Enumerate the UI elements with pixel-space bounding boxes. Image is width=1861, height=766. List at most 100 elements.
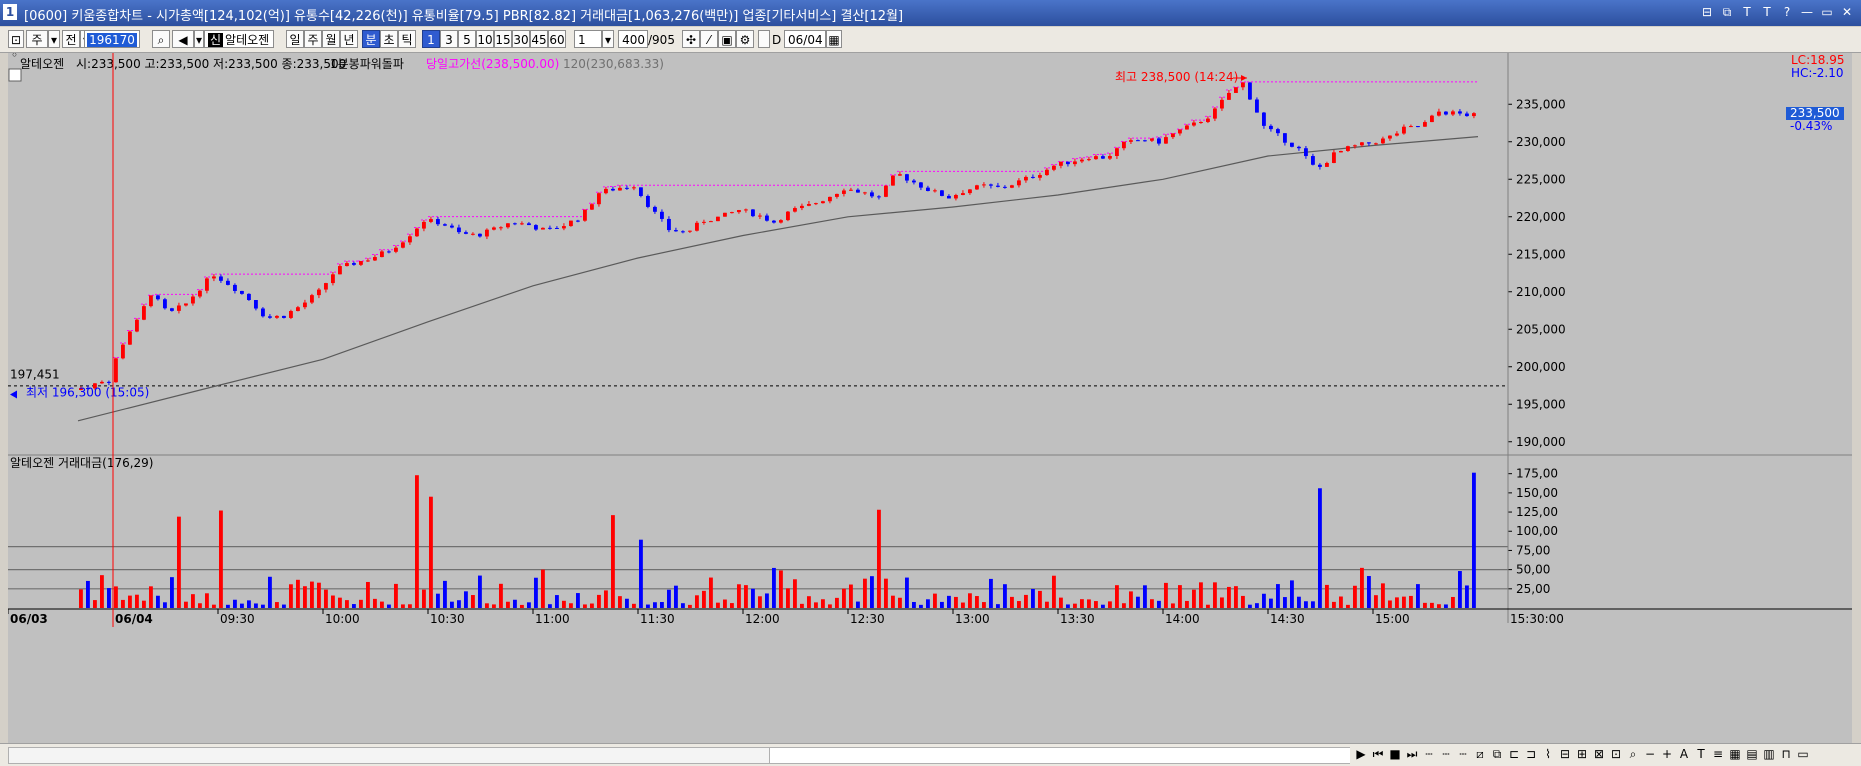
minute-5[interactable]: 5 (458, 30, 476, 48)
minute-30[interactable]: 30 (512, 30, 530, 48)
chevron-down-icon[interactable]: ▾ (602, 30, 614, 48)
stop-icon[interactable]: ■ (1388, 746, 1402, 762)
date-checkbox[interactable] (758, 30, 770, 48)
chevron-down-icon[interactable]: ▾ (48, 30, 60, 48)
scroll-thumb[interactable] (769, 748, 1350, 763)
crosshair-icon[interactable]: ✣ (682, 30, 700, 48)
text-tool-icon[interactable]: A (1677, 746, 1691, 762)
draw-tool-icon[interactable]: ⊐ (1524, 746, 1538, 762)
play-icon[interactable]: ▶ (1354, 746, 1368, 762)
draw-tool-icon[interactable]: ⊟ (1558, 746, 1572, 762)
zoom-icon[interactable]: ⌕ (1626, 746, 1640, 762)
minute-1[interactable]: 1 (422, 30, 440, 48)
candle-body (702, 221, 706, 223)
stock-name-field[interactable]: 신 알테오젠 (204, 30, 274, 48)
minimize-icon[interactable]: — (1799, 4, 1815, 20)
dotted-line-icon[interactable]: ┄ (1439, 746, 1453, 762)
candle-body (1164, 137, 1168, 144)
all-button[interactable]: 전 (62, 30, 80, 48)
minute-3[interactable]: 3 (440, 30, 458, 48)
draw-tool-icon[interactable]: ⌇ (1541, 746, 1555, 762)
layout-icon[interactable]: ⊟ (1699, 4, 1715, 20)
trend-icon[interactable]: ⁄ (700, 30, 718, 48)
candle-body (1283, 133, 1287, 143)
minute-15[interactable]: 15 (494, 30, 512, 48)
period-second[interactable]: 초 (380, 30, 398, 48)
time-tick-label: 11:00 (535, 612, 570, 626)
volume-tick-label: 100,00 (1516, 524, 1558, 538)
candle-body (485, 229, 489, 237)
candle-body (849, 189, 853, 191)
help-icon[interactable]: ? (1779, 4, 1795, 20)
minute-45[interactable]: 45 (530, 30, 548, 48)
font-up-icon[interactable]: T (1739, 4, 1755, 20)
forward-icon[interactable]: ⏭ (1405, 746, 1419, 762)
volume-bar (492, 604, 496, 608)
font-down-icon[interactable]: T (1759, 4, 1775, 20)
gear-icon[interactable]: ⚙ (736, 30, 754, 48)
window-icon[interactable]: ▭ (1796, 746, 1810, 762)
minute-10[interactable]: 10 (476, 30, 494, 48)
period-month[interactable]: 월 (322, 30, 340, 48)
grid-icon[interactable]: ▥ (1762, 746, 1776, 762)
period-week[interactable]: 주 (304, 30, 322, 48)
candle-body (520, 223, 524, 225)
tile-icon[interactable]: ⧉ (1719, 4, 1735, 20)
candle-body (1206, 118, 1210, 123)
dotted-line-icon[interactable]: ┄ (1456, 746, 1470, 762)
volume-bar (632, 603, 636, 608)
period-type-select[interactable]: 주 (26, 30, 48, 48)
volume-bar (933, 593, 937, 608)
plus-icon[interactable]: + (1660, 746, 1674, 762)
time-tick-label: 13:30 (1060, 612, 1095, 626)
magnet-icon[interactable]: ⊓ (1779, 746, 1793, 762)
period-tick[interactable]: 틱 (398, 30, 416, 48)
candle-body (1087, 159, 1091, 161)
draw-tool-icon[interactable]: ⊠ (1592, 746, 1606, 762)
menu-icon[interactable]: ⊡ (8, 30, 24, 48)
grid-icon[interactable]: ▤ (1745, 746, 1759, 762)
volume-bar (191, 594, 195, 608)
draw-tool-icon[interactable]: ⊡ (1609, 746, 1623, 762)
interval-input[interactable]: 1 (574, 30, 602, 48)
candle-body (1423, 122, 1427, 127)
chart-svg[interactable]: 235,000 230,000 225,000 220,000 215,000 210,0… (8, 53, 1852, 743)
settings-icon[interactable] (8, 68, 22, 82)
minus-icon[interactable]: − (1643, 746, 1657, 762)
volume-bar (975, 596, 979, 608)
candle-body (1171, 133, 1175, 138)
speaker-icon[interactable]: ◀ (172, 30, 194, 48)
volume-bar (660, 602, 664, 608)
save-icon[interactable]: ▣ (718, 30, 736, 48)
draw-tool-icon[interactable]: ⊏ (1507, 746, 1521, 762)
period-year[interactable]: 년 (340, 30, 358, 48)
date-input[interactable]: 06/04 (784, 30, 826, 48)
draw-tool-icon[interactable]: ⧄ (1473, 746, 1487, 762)
stock-code-input[interactable]: 196170 (84, 30, 140, 48)
period-minute[interactable]: 분 (362, 30, 380, 48)
chevron-down-icon[interactable]: ▾ (194, 30, 204, 48)
candle-body (513, 223, 517, 225)
rewind-icon[interactable]: ⏮ (1371, 746, 1385, 762)
close-icon[interactable]: ✕ (1839, 4, 1855, 20)
period-day[interactable]: 일 (286, 30, 304, 48)
draw-tool-icon[interactable]: ⊞ (1575, 746, 1589, 762)
count-input[interactable]: 400 (618, 30, 648, 48)
calendar-icon[interactable]: ▦ (826, 30, 842, 48)
volume-tick-label: 175,00 (1516, 467, 1558, 481)
chart-window: 1 [0600] 키움종합차트 - 시가총액[124,102(억)] 유통수[4… (0, 0, 1861, 766)
chart-area[interactable]: 235,000 230,000 225,000 220,000 215,000 210,0… (8, 53, 1852, 743)
minute-60[interactable]: 60 (548, 30, 566, 48)
text-style-icon[interactable]: T (1694, 746, 1708, 762)
list-icon[interactable]: ≡ (1711, 746, 1725, 762)
search-icon[interactable]: ⌕ (152, 30, 170, 48)
time-scrollbar[interactable] (8, 747, 1350, 764)
maximize-icon[interactable]: ▭ (1819, 4, 1835, 20)
dotted-line-icon[interactable]: ┄ (1422, 746, 1436, 762)
candle-body (1003, 186, 1007, 188)
candle-body (1045, 169, 1049, 176)
table-icon[interactable]: ▦ (1728, 746, 1742, 762)
bottom-bar: ▶ ⏮ ■ ⏭ ┄ ┄ ┄ ⧄ ⧉ ⊏ ⊐ ⌇ ⊟ ⊞ ⊠ ⊡ ⌕ − + A … (0, 743, 1861, 766)
draw-tool-icon[interactable]: ⧉ (1490, 746, 1504, 762)
volume-bar (639, 539, 643, 608)
